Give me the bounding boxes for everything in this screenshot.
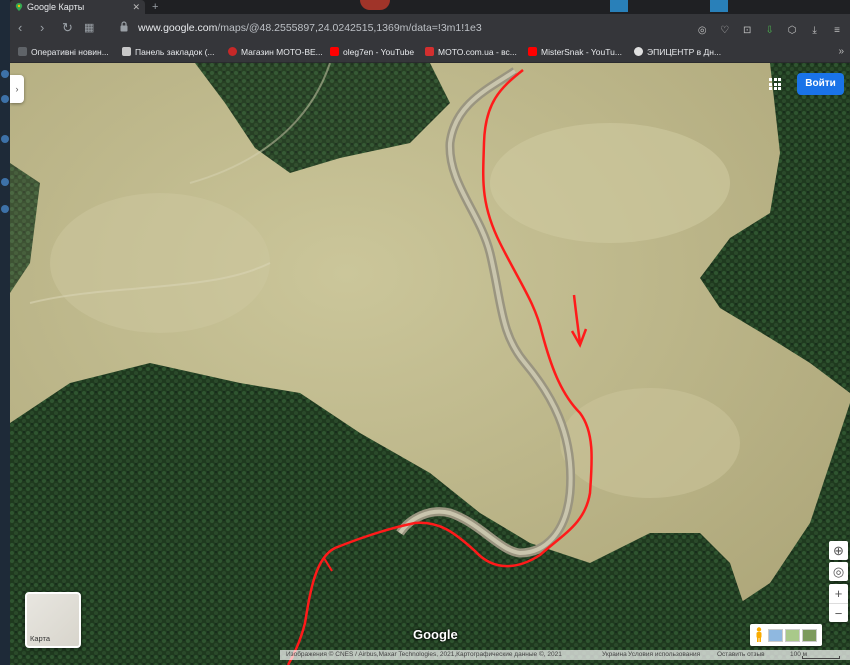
youtube-icon — [528, 47, 537, 56]
bookmark-icon[interactable]: ⊡ — [740, 23, 754, 39]
layer-label: Карта — [30, 634, 51, 643]
bookmark-item[interactable]: Магазин MOTO-BE... — [228, 42, 323, 62]
back-icon[interactable]: ‹ — [18, 19, 22, 37]
ukr-net-icon — [18, 47, 27, 56]
imagery-thumbnail[interactable] — [802, 629, 817, 642]
folder-icon — [122, 47, 131, 56]
taskbar-icon[interactable] — [1, 135, 9, 143]
lock-icon — [120, 21, 128, 32]
tab-title: Google Карты — [27, 2, 85, 12]
os-taskbar — [0, 0, 10, 665]
satellite-imagery — [10, 63, 850, 665]
layer-switcher[interactable]: Карта — [25, 592, 81, 648]
globe-icon: ⊕ — [833, 543, 844, 558]
browser-toolbar: ‹ › ↻ ▦ www.google.com/maps/@48.2555897,… — [10, 14, 850, 42]
google-maps-icon — [15, 3, 23, 11]
bookmark-item[interactable]: MOTO.com.ua - вс... — [425, 42, 517, 62]
favorite-icon[interactable]: ♡ — [718, 23, 732, 39]
browser-tab[interactable]: Google Карты ✕ — [10, 0, 145, 14]
pegman-icon[interactable] — [755, 627, 763, 642]
extension-icon[interactable]: ⬡ — [785, 23, 799, 39]
zoom-out-button[interactable]: − — [829, 603, 848, 623]
bookmark-folder[interactable]: Панель закладок (... — [122, 42, 215, 62]
download-icon[interactable]: ⇩ — [763, 23, 777, 39]
url-text: www.google.com/maps/@48.2555897,24.02425… — [138, 22, 482, 34]
taskbar-icon[interactable] — [1, 70, 9, 78]
map-footer: Изображения © CNES / Airbus,Maxar Techno… — [280, 650, 850, 660]
street-view-controls — [750, 624, 822, 646]
google-logo: Google — [413, 627, 458, 642]
forward-icon[interactable]: › — [40, 19, 44, 37]
tabs-grid-icon[interactable]: ▦ — [84, 19, 94, 37]
globe-view-button[interactable]: ⊕ — [829, 541, 848, 560]
sign-in-button[interactable]: Войти — [797, 73, 844, 95]
desktop-wallpaper-fragment — [360, 0, 390, 10]
google-apps-icon[interactable] — [769, 78, 781, 90]
feedback-link[interactable]: Оставить отзыв — [717, 650, 765, 660]
more-bookmarks-button[interactable]: » — [838, 42, 844, 62]
zoom-control: + − — [829, 584, 848, 622]
window-control-icon[interactable] — [610, 0, 628, 12]
epicenter-icon — [634, 47, 643, 56]
address-bar[interactable]: www.google.com/maps/@48.2555897,24.02425… — [120, 18, 736, 38]
satellite-map[interactable]: › Войти ⊕ ◎ + − Карта Google Изображения… — [10, 63, 850, 665]
tab-strip: Google Карты ✕ + — [10, 0, 850, 14]
reload-icon[interactable]: ↻ — [62, 19, 73, 37]
moto-icon — [228, 47, 237, 56]
terms-link[interactable]: Условия использования — [628, 650, 700, 660]
window-control-icon[interactable] — [710, 0, 728, 12]
new-tab-button[interactable]: + — [152, 0, 158, 14]
bookmarks-bar: Оперативні новин... Панель закладок (...… — [10, 42, 850, 63]
bookmark-item[interactable]: ЭПИЦЕНТР в Дн... — [634, 42, 721, 62]
imagery-thumbnail[interactable] — [768, 629, 783, 642]
downloads-icon[interactable]: ⤓ — [808, 23, 822, 39]
scale-bar — [802, 656, 840, 659]
moto-icon — [425, 47, 434, 56]
menu-icon[interactable]: ≡ — [830, 23, 844, 39]
my-location-button[interactable]: ◎ — [829, 562, 848, 581]
side-panel-toggle[interactable]: › — [10, 75, 24, 103]
taskbar-icon[interactable] — [1, 205, 9, 213]
bookmark-item[interactable]: MisterSnak - YouTu... — [528, 42, 622, 62]
location-icon: ◎ — [832, 564, 845, 579]
taskbar-icon[interactable] — [1, 178, 9, 186]
taskbar-icon[interactable] — [1, 95, 9, 103]
tab-close-icon[interactable]: ✕ — [132, 0, 140, 14]
toolbar-actions: ◎ ♡ ⊡ ⇩ ⬡ ⤓ ≡ — [691, 20, 844, 36]
bookmark-item[interactable]: oleg7en - YouTube — [330, 42, 414, 62]
country-link[interactable]: Украина — [602, 650, 627, 660]
imagery-attribution: Изображения © CNES / Airbus,Maxar Techno… — [286, 651, 562, 658]
screenshot-icon[interactable]: ◎ — [695, 23, 709, 39]
youtube-icon — [330, 47, 339, 56]
bookmark-item[interactable]: Оперативні новин... — [18, 42, 109, 62]
imagery-thumbnail[interactable] — [785, 629, 800, 642]
zoom-in-button[interactable]: + — [829, 584, 848, 603]
